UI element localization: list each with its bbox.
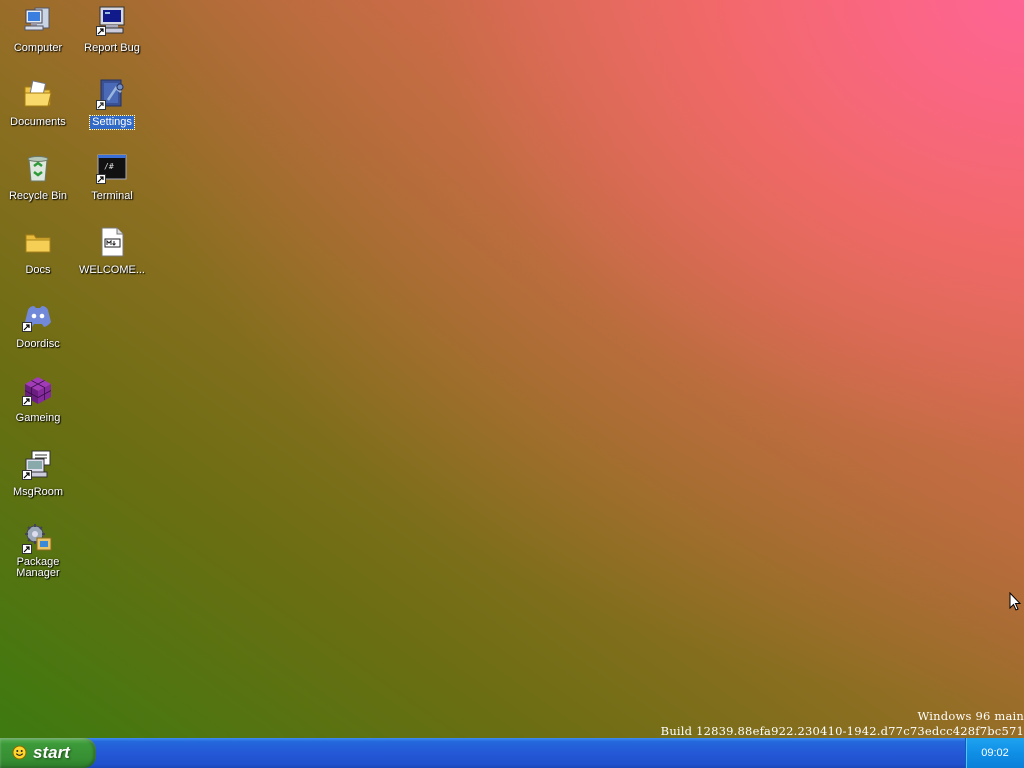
desktop-icon-gameing[interactable]: Gameing — [1, 370, 75, 426]
shortcut-arrow-icon — [96, 26, 106, 36]
smiley-icon — [12, 745, 27, 760]
desktop-icon-report-bug[interactable]: Report Bug — [75, 0, 149, 56]
shortcut-arrow-icon — [22, 470, 32, 480]
svg-text:/#: /# — [104, 162, 114, 171]
desktop-icon-msgroom[interactable]: MsgRoom — [1, 444, 75, 500]
icon-label: Gameing — [15, 412, 61, 424]
build-info: Windows 96 main Build 12839.88efa922.230… — [661, 709, 1024, 738]
icon-label: Settings — [89, 115, 135, 130]
icon-label: Doordisc — [16, 338, 60, 350]
build-os-name: Windows 96 main — [917, 709, 1024, 723]
desktop-icon-recycle-bin[interactable]: Recycle Bin — [1, 148, 75, 204]
report-bug-icon — [96, 4, 128, 36]
desktop-icon-computer[interactable]: Computer — [1, 0, 75, 56]
desktop-icon-terminal[interactable]: /# Terminal — [75, 148, 149, 204]
markdown-file-icon — [96, 226, 128, 258]
recycle-bin-icon — [22, 152, 54, 184]
shortcut-arrow-icon — [22, 396, 32, 406]
icon-label: WELCOME... — [78, 264, 145, 276]
icon-label: MsgRoom — [12, 486, 64, 498]
documents-folder-icon — [22, 78, 54, 110]
desktop-icon-doordisc[interactable]: Doordisc — [1, 296, 75, 352]
icon-label: Documents — [10, 116, 66, 128]
folder-icon — [22, 226, 54, 258]
shortcut-arrow-icon — [22, 322, 32, 332]
taskbar[interactable]: start 09:02 — [0, 738, 1024, 768]
msgroom-icon — [22, 448, 54, 480]
computer-icon — [22, 4, 54, 36]
icon-label: Package Manager — [16, 556, 60, 579]
icon-label: Report Bug — [84, 42, 140, 54]
clock[interactable]: 09:02 — [981, 747, 1009, 759]
terminal-icon: /# — [96, 152, 128, 184]
icon-label: Docs — [25, 264, 51, 276]
doordisc-icon — [22, 300, 54, 332]
game-cube-icon — [22, 374, 54, 406]
desktop-icon-settings[interactable]: Settings — [75, 74, 149, 130]
desktop-icon-docs[interactable]: Docs — [1, 222, 75, 278]
icon-label: Terminal — [91, 190, 133, 202]
icon-label: Computer — [13, 42, 63, 54]
package-manager-icon — [22, 522, 54, 554]
desktop-icon-welcome[interactable]: WELCOME... — [75, 222, 149, 278]
settings-icon — [96, 78, 128, 110]
start-button[interactable]: start — [0, 738, 96, 768]
desktop-icon-package-manager[interactable]: Package Manager — [1, 518, 75, 581]
desktop[interactable]: Computer Documents Recycle Bin Docs Door… — [0, 0, 1024, 738]
desktop-icon-documents[interactable]: Documents — [1, 74, 75, 130]
shortcut-arrow-icon — [96, 174, 106, 184]
icon-label: Recycle Bin — [8, 190, 68, 202]
shortcut-arrow-icon — [96, 100, 106, 110]
shortcut-arrow-icon — [22, 544, 32, 554]
mouse-cursor-icon — [1009, 592, 1021, 611]
system-tray[interactable]: 09:02 — [965, 738, 1024, 768]
build-string: Build 12839.88efa922.230410-1942.d77c73e… — [660, 724, 1024, 738]
start-label: start — [33, 743, 70, 762]
